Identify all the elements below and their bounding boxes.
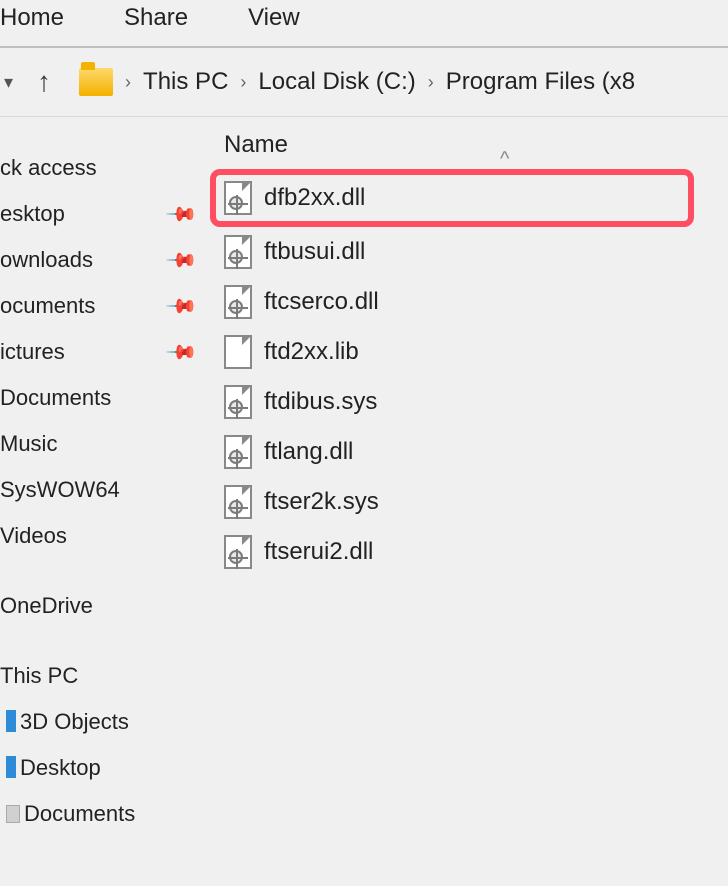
sidebar-item-tp-documents[interactable]: Documents xyxy=(0,791,210,837)
crumb-this-pc[interactable]: This PC xyxy=(143,68,228,96)
sidebar-item-label: esktop xyxy=(0,201,65,227)
nav-row: ▾ ↑ › This PC › Local Disk (C:) › Progra… xyxy=(0,48,728,117)
file-name: ftlang.dll xyxy=(264,438,353,466)
crumb-program-files[interactable]: Program Files (x8 xyxy=(446,68,635,96)
sidebar-item-label: Desktop xyxy=(6,755,101,781)
sidebar-item-label: Documents xyxy=(0,385,111,411)
sidebar-item-pictures[interactable]: ictures 📌 xyxy=(0,329,210,375)
chevron-right-icon: › xyxy=(240,72,246,93)
sidebar-item-label: ictures xyxy=(0,339,65,365)
system-file-icon xyxy=(224,485,252,519)
sidebar-item-label: OneDrive xyxy=(0,593,93,619)
sidebar-item-label: Videos xyxy=(0,523,67,549)
file-name: ftdibus.sys xyxy=(264,388,377,416)
sidebar-item-music[interactable]: Music xyxy=(0,421,210,467)
breadcrumb[interactable]: › This PC › Local Disk (C:) › Program Fi… xyxy=(125,68,635,96)
sidebar-item-this-pc[interactable]: This PC xyxy=(0,653,210,699)
file-list: dfb2xx.dll ftbusui.dll ftcserco.dll ftd2xx.… xyxy=(210,171,728,577)
folder-3d-icon xyxy=(6,710,16,732)
tab-view[interactable]: View xyxy=(248,4,300,32)
file-row[interactable]: ftdibus.sys xyxy=(210,377,728,427)
sidebar-item-quick-access[interactable]: ck access xyxy=(0,145,210,191)
sidebar-item-videos[interactable]: Videos xyxy=(0,513,210,559)
sidebar-item-label: ck access xyxy=(0,155,97,181)
system-file-icon xyxy=(224,535,252,569)
sidebar-item-3d-objects[interactable]: 3D Objects xyxy=(0,699,210,745)
sidebar-item-onedrive[interactable]: OneDrive xyxy=(0,583,210,629)
file-name: ftserui2.dll xyxy=(264,538,373,566)
column-header-name[interactable]: Name xyxy=(224,131,288,159)
file-row[interactable]: ftd2xx.lib xyxy=(210,327,728,377)
ribbon-tabs: Home Share View xyxy=(0,0,728,48)
sidebar-item-documents[interactable]: ocuments 📌 xyxy=(0,283,210,329)
column-header-row: Name xyxy=(210,127,728,171)
history-dropdown-icon[interactable]: ▾ xyxy=(0,72,17,93)
pin-icon: 📌 xyxy=(164,334,199,369)
system-file-icon xyxy=(224,181,252,215)
chevron-right-icon: › xyxy=(428,72,434,93)
system-file-icon xyxy=(224,435,252,469)
file-row[interactable]: ftlang.dll xyxy=(210,427,728,477)
file-row[interactable]: ftser2k.sys xyxy=(210,477,728,527)
sidebar-item-label: 3D Objects xyxy=(6,709,129,735)
pin-icon: 📌 xyxy=(164,196,199,231)
folder-icon xyxy=(79,68,113,96)
system-file-icon xyxy=(224,235,252,269)
sidebar-item-label: ownloads xyxy=(0,247,93,273)
file-row[interactable]: ftcserco.dll xyxy=(210,277,728,327)
up-one-level-button[interactable]: ↑ xyxy=(29,66,59,98)
folder-desktop-icon xyxy=(6,756,16,778)
tab-share[interactable]: Share xyxy=(124,4,188,32)
file-row[interactable]: dfb2xx.dll xyxy=(216,175,688,221)
system-file-icon xyxy=(224,285,252,319)
pin-icon: 📌 xyxy=(164,288,199,323)
file-name: ftbusui.dll xyxy=(264,238,365,266)
sidebar-item-label: This PC xyxy=(0,663,78,689)
file-icon xyxy=(224,335,252,369)
file-list-pane: Name dfb2xx.dll ftbusui.dll ftcserco.dll ft… xyxy=(210,117,728,877)
sidebar-item-downloads[interactable]: ownloads 📌 xyxy=(0,237,210,283)
chevron-right-icon: › xyxy=(125,72,131,93)
sidebar-item-syswow64[interactable]: SysWOW64 xyxy=(0,467,210,513)
file-name: ftd2xx.lib xyxy=(264,338,359,366)
sort-ascending-icon[interactable]: ^ xyxy=(500,148,509,171)
sidebar-item-documents2[interactable]: Documents xyxy=(0,375,210,421)
sidebar-item-label: ocuments xyxy=(0,293,95,319)
file-name: dfb2xx.dll xyxy=(264,184,365,212)
tab-home[interactable]: Home xyxy=(0,4,64,32)
sidebar-item-label: Documents xyxy=(6,801,135,827)
navigation-pane: ck access esktop 📌 ownloads 📌 ocuments 📌… xyxy=(0,117,210,877)
sidebar-item-label: Music xyxy=(0,431,57,457)
pin-icon: 📌 xyxy=(164,242,199,277)
file-name: ftser2k.sys xyxy=(264,488,379,516)
system-file-icon xyxy=(224,385,252,419)
sidebar-item-label: SysWOW64 xyxy=(0,477,120,503)
sidebar-item-desktop[interactable]: esktop 📌 xyxy=(0,191,210,237)
file-row[interactable]: ftbusui.dll xyxy=(210,227,728,277)
crumb-local-disk[interactable]: Local Disk (C:) xyxy=(258,68,415,96)
file-name: ftcserco.dll xyxy=(264,288,379,316)
folder-documents-icon xyxy=(6,805,20,823)
sidebar-item-tp-desktop[interactable]: Desktop xyxy=(0,745,210,791)
file-row[interactable]: ftserui2.dll xyxy=(210,527,728,577)
